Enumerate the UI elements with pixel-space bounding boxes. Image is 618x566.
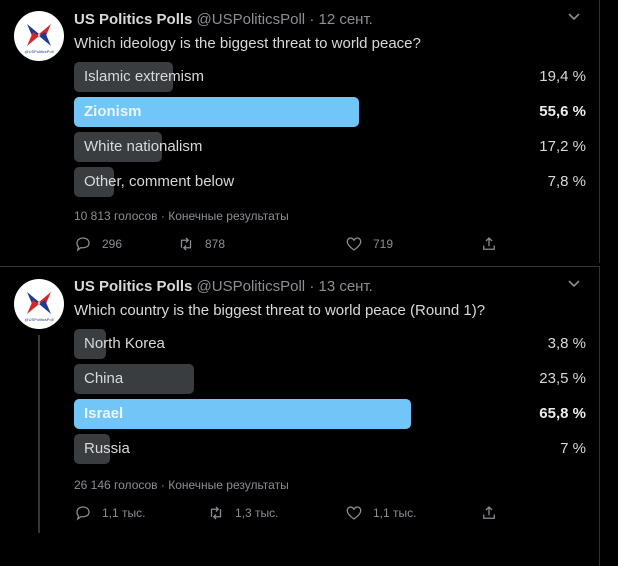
poll-option-percent: 19,4 % xyxy=(539,68,586,85)
author-handle[interactable]: @USPoliticsPoll xyxy=(197,11,306,28)
share-button[interactable] xyxy=(480,504,498,522)
poll-option-label: White nationalism xyxy=(84,138,203,155)
avatar[interactable]: @USPoliticsPoll xyxy=(14,279,64,329)
author-name[interactable]: US Politics Polls xyxy=(74,11,192,28)
tweet-actions: 296 878 719 xyxy=(74,235,514,255)
share-icon xyxy=(483,237,495,250)
tweet-text: Which ideology is the biggest threat to … xyxy=(74,35,421,52)
poll-option-label: Russia xyxy=(84,440,130,457)
tweet[interactable]: @USPoliticsPoll US Politics Polls @USPol… xyxy=(0,266,600,566)
share-button[interactable] xyxy=(480,235,498,253)
poll-option-label: Other, comment below xyxy=(84,173,235,190)
poll-option-label: Israel xyxy=(84,405,124,422)
separator: · xyxy=(309,11,315,28)
svg-text:@USPoliticsPoll: @USPoliticsPoll xyxy=(25,49,54,54)
tweet-header: US Politics Polls @USPoliticsPoll · 13 с… xyxy=(74,278,373,295)
svg-text:@USPoliticsPoll: @USPoliticsPoll xyxy=(25,317,54,322)
share-icon xyxy=(483,506,495,519)
poll-option-label: Zionism xyxy=(84,103,142,120)
separator: · xyxy=(309,278,315,295)
poll-option: Israel 65,8 % xyxy=(74,399,586,429)
poll-option-percent: 17,2 % xyxy=(539,138,586,155)
poll-option-label: North Korea xyxy=(84,335,165,352)
poll-meta: 10 813 голосов · Конечные результаты xyxy=(74,209,289,223)
usp-logo-icon: @USPoliticsPoll xyxy=(25,24,54,54)
reply-count: 1,1 тыс. xyxy=(102,506,146,520)
retweet-icon xyxy=(180,237,192,251)
retweet-count: 878 xyxy=(205,237,226,251)
reply-icon xyxy=(76,506,90,521)
tweet-header: US Politics Polls @USPoliticsPoll · 12 с… xyxy=(74,11,373,28)
tweet[interactable]: @USPoliticsPoll US Politics Polls @USPol… xyxy=(0,0,600,263)
like-count: 1,1 тыс. xyxy=(373,506,417,520)
retweet-count: 1,3 тыс. xyxy=(235,506,279,520)
like-icon xyxy=(346,237,362,251)
chevron-down-icon[interactable] xyxy=(567,277,581,294)
avatar[interactable]: @USPoliticsPoll xyxy=(14,11,64,61)
tweet-text: Which country is the biggest threat to w… xyxy=(74,302,486,319)
poll: Islamic extremism 19,4 % Zionism 55,6 % Wh… xyxy=(74,62,586,202)
poll-option: North Korea 3,8 % xyxy=(74,329,586,359)
poll-option-percent: 65,8 % xyxy=(539,405,586,422)
chevron-down-icon[interactable] xyxy=(567,10,581,27)
poll-option: Zionism 55,6 % xyxy=(74,97,586,127)
poll-option: China 23,5 % xyxy=(74,364,586,394)
retweet-icon xyxy=(210,506,222,520)
reply-button[interactable]: 1,1 тыс. xyxy=(74,504,145,522)
like-button[interactable]: 1,1 тыс. xyxy=(345,504,416,522)
poll-bar xyxy=(74,399,412,429)
tweet-actions: 1,1 тыс. 1,3 тыс. 1,1 тыс. xyxy=(74,504,514,524)
poll-option-label: China xyxy=(84,370,124,387)
retweet-button[interactable]: 878 xyxy=(177,235,225,253)
poll-option-label: Islamic extremism xyxy=(84,68,205,85)
poll-option-percent: 55,6 % xyxy=(539,103,586,120)
poll-option-percent: 7,8 % xyxy=(547,173,586,190)
poll-option: Islamic extremism 19,4 % xyxy=(74,62,586,92)
tweet-date[interactable]: 12 сент. xyxy=(318,11,372,28)
poll-option-percent: 23,5 % xyxy=(539,370,586,387)
reply-icon xyxy=(76,237,90,252)
poll-meta: 26 146 голосов · Конечные результаты xyxy=(74,478,289,492)
reply-count: 296 xyxy=(102,237,123,251)
poll-option-percent: 3,8 % xyxy=(547,335,586,352)
like-icon xyxy=(346,506,362,520)
poll-option: Russia 7 % xyxy=(74,434,586,464)
poll: North Korea 3,8 % China 23,5 % Israel 65,8 … xyxy=(74,329,586,469)
poll-option: Other, comment below 7,8 % xyxy=(74,167,586,197)
like-button[interactable]: 719 xyxy=(345,235,393,253)
retweet-button[interactable]: 1,3 тыс. xyxy=(207,504,278,522)
usp-logo-icon: @USPoliticsPoll xyxy=(25,292,54,322)
tweet-date[interactable]: 13 сент. xyxy=(318,278,372,295)
poll-option: White nationalism 17,2 % xyxy=(74,132,586,162)
author-handle[interactable]: @USPoliticsPoll xyxy=(197,278,306,295)
author-name[interactable]: US Politics Polls xyxy=(74,278,192,295)
like-count: 719 xyxy=(373,237,394,251)
poll-option-percent: 7 % xyxy=(560,440,586,457)
reply-button[interactable]: 296 xyxy=(74,235,122,253)
thread-line xyxy=(38,335,40,533)
